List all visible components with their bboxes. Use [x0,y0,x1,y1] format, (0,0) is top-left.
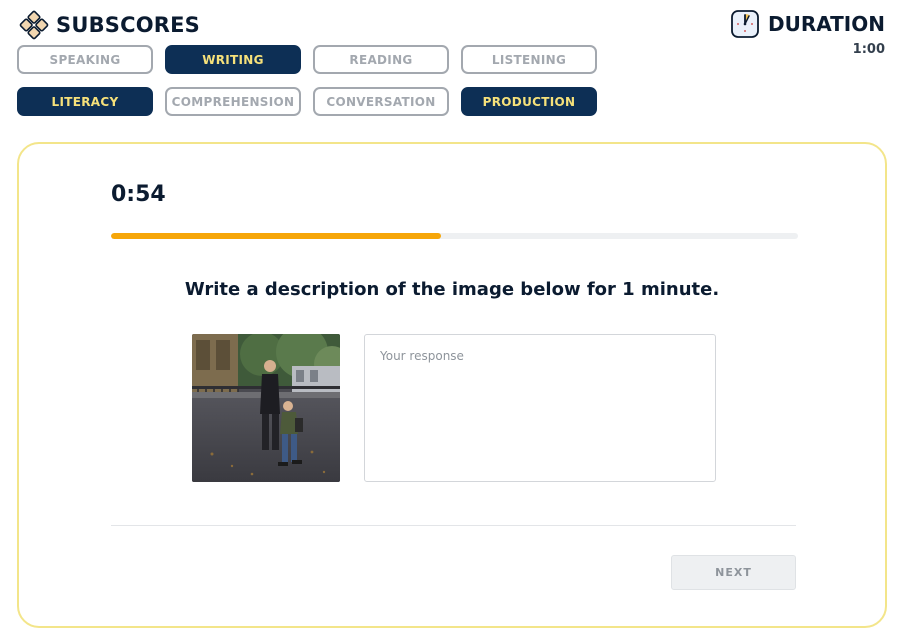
chip-listening[interactable]: LISTENING [461,45,597,74]
progress-bar [111,233,798,239]
chip-label: CONVERSATION [326,94,436,109]
subscores-logo-icon [19,10,49,40]
chip-label: SPEAKING [49,52,121,67]
divider [111,525,796,526]
countdown-timer: 0:54 [111,182,166,207]
chip-production[interactable]: PRODUCTION [461,87,597,116]
duration-label: DURATION [768,12,885,36]
chip-label: LITERACY [51,94,119,109]
response-textarea[interactable] [364,334,716,482]
page-title: SUBSCORES [56,13,201,37]
prompt-image [192,334,340,482]
chip-literacy[interactable]: LITERACY [17,87,153,116]
chip-speaking[interactable]: SPEAKING [17,45,153,74]
chip-conversation[interactable]: CONVERSATION [313,87,449,116]
chip-label: PRODUCTION [482,94,576,109]
task-card: 0:54 Write a description of the image be… [17,142,887,628]
duration-panel: DURATION 1:00 [730,9,885,57]
progress-fill [111,233,441,239]
street-photo [192,334,340,482]
chip-writing[interactable]: WRITING [165,45,301,74]
clock-icon [731,10,759,38]
duration-value: 1:00 [852,42,885,57]
chip-comprehension[interactable]: COMPREHENSION [165,87,301,116]
brand: SUBSCORES [18,9,200,41]
next-button-label: NEXT [715,566,752,579]
chip-label: COMPREHENSION [171,94,295,109]
chip-label: READING [349,52,413,67]
chip-label: LISTENING [491,52,567,67]
next-button[interactable]: NEXT [671,555,796,590]
chip-reading[interactable]: READING [313,45,449,74]
task-prompt: Write a description of the image below f… [184,279,720,300]
chip-label: WRITING [202,52,264,67]
